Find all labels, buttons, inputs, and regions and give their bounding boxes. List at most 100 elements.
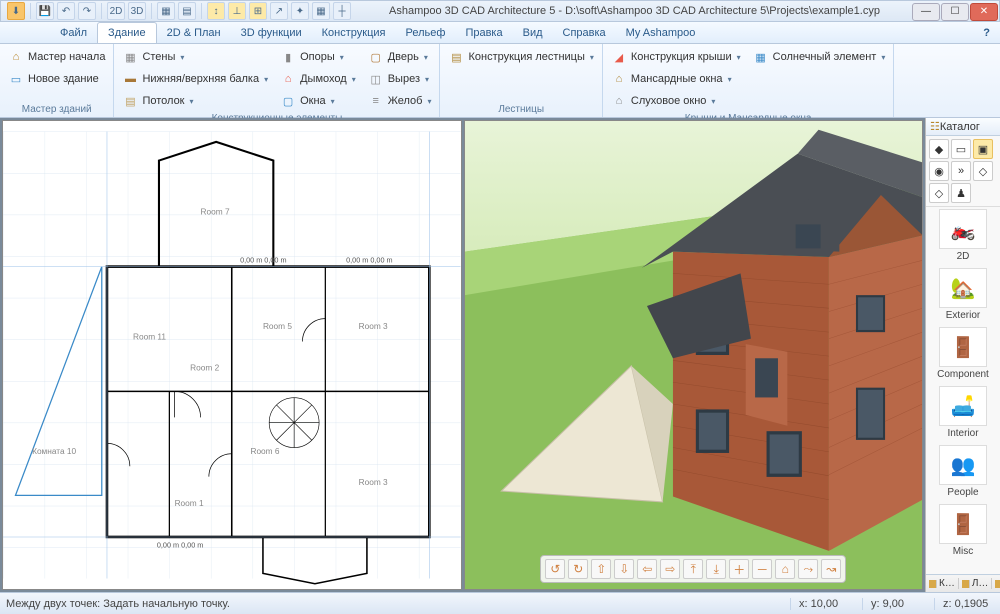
minimize-button[interactable]: — [912, 3, 940, 21]
catalog-bottom-tab[interactable]: Р… [992, 578, 1000, 589]
nav3d-rotate-left-icon[interactable]: ↺ [545, 559, 565, 579]
catalog-item-label: 2D [928, 251, 998, 262]
qat-view2-icon[interactable]: ▤ [178, 2, 196, 20]
room-label-3b: Room 3 [359, 477, 388, 487]
ribbon-cmd[interactable]: ⌂Мансардные окна▾ [609, 69, 743, 89]
catalog-panel: ☷ Каталог ◆ ▭ ▣ ◉ » ◇ ◇ ♟ 🏍️2D 🏡Exterior 🚪… [925, 118, 1000, 592]
menu-view[interactable]: Вид [513, 22, 553, 43]
ribbon-cmd[interactable]: ≡Желоб▾ [366, 91, 434, 111]
qat-tool2-icon[interactable]: ⊥ [228, 2, 246, 20]
menu-building[interactable]: Здание [97, 22, 157, 43]
ribbon-cmd[interactable]: ⌂Слуховое окно▾ [609, 91, 743, 111]
ribbon-cmd-label: Мастер начала [28, 51, 105, 63]
ribbon-group-3: ◢Конструкция крыши▾⌂Мансардные окна▾⌂Слу… [603, 44, 894, 117]
nav3d-rotate-right-icon[interactable]: ↻ [568, 559, 588, 579]
close-button[interactable]: ✕ [970, 3, 998, 21]
ribbon-cmd-label: Конструкция лестницы [468, 51, 584, 63]
room-label-7: Room 7 [201, 207, 230, 217]
catalog-item[interactable]: 👥People [928, 445, 998, 498]
help-icon[interactable]: ? [973, 22, 1000, 43]
qat-3d-button[interactable]: 3D [128, 2, 146, 20]
chevron-down-icon: ▾ [180, 53, 184, 62]
view-2d-canvas[interactable]: Комната 10 Room 7 [3, 121, 461, 589]
window-controls: — ☐ ✕ [912, 2, 999, 21]
nav3d-up-icon[interactable]: ⇧ [591, 559, 611, 579]
qat-tool3-icon[interactable]: ⊞ [249, 2, 267, 20]
catalog-tab-4[interactable]: ◉ [929, 161, 949, 181]
ribbon-cmd[interactable]: ▮Опоры▾ [278, 47, 358, 67]
catalog-item[interactable]: 🚪Component [928, 327, 998, 380]
maximize-button[interactable]: ☐ [941, 3, 969, 21]
qat-tool4-icon[interactable]: ↗ [270, 2, 288, 20]
qat-undo-icon[interactable]: ↶ [57, 2, 75, 20]
qat-redo-icon[interactable]: ↷ [78, 2, 96, 20]
chevron-down-icon: ▾ [190, 97, 194, 106]
catalog-tab-1[interactable]: ◆ [929, 139, 949, 159]
catalog-item[interactable]: 🏡Exterior [928, 268, 998, 321]
menu-myashampoo[interactable]: My Ashampoo [616, 22, 706, 43]
nav3d-tilt-up-icon[interactable]: ⤒ [683, 559, 703, 579]
chevron-down-icon: ▾ [881, 53, 885, 62]
nav3d-home-icon[interactable]: ⌂ [775, 559, 795, 579]
ribbon-cmd-label: Новое здание [28, 73, 99, 85]
qat-tool7-icon[interactable]: ┼ [333, 2, 351, 20]
nav3d-left-icon[interactable]: ⇦ [637, 559, 657, 579]
nav3d-tilt-down-icon[interactable]: ⤓ [706, 559, 726, 579]
catalog-tab-3[interactable]: ▣ [973, 139, 993, 159]
nav3d-walk-icon[interactable]: ⤳ [798, 559, 818, 579]
menu-3dfunc[interactable]: 3D функции [231, 22, 312, 43]
catalog-tab-5[interactable]: ◇ [973, 161, 993, 181]
catalog-bottom-tab[interactable]: Л… [959, 578, 993, 589]
ribbon-cmd[interactable]: ▦Стены▾ [120, 47, 270, 67]
status-hint: Между двух точек: Задать начальную точку… [6, 598, 230, 610]
catalog-tab-more[interactable]: » [951, 161, 971, 181]
nav3d-zoom-in-icon[interactable]: ＋ [729, 559, 749, 579]
menu-2dplan[interactable]: 2D & План [157, 22, 231, 43]
catalog-tab-6[interactable]: ◇ [929, 183, 949, 203]
ribbon-cmd[interactable]: ▢Окна▾ [278, 91, 358, 111]
ribbon-cmd[interactable]: ⌂Дымоход▾ [278, 69, 358, 89]
ribbon-cmd[interactable]: ▭Новое здание [6, 69, 107, 89]
menu-help[interactable]: Справка [553, 22, 616, 43]
catalog-bottom-tab[interactable]: К… [926, 578, 959, 589]
chevron-down-icon: ▾ [590, 53, 594, 62]
catalog-tab-7[interactable]: ♟ [951, 183, 971, 203]
ribbon-cmd-icon: ≡ [368, 93, 384, 109]
catalog-item[interactable]: 🚪Misc [928, 504, 998, 557]
qat-tool1-icon[interactable]: ↕ [207, 2, 225, 20]
ribbon-cmd-icon: ▤ [122, 93, 138, 109]
nav3d-zoom-out-icon[interactable]: － [752, 559, 772, 579]
menu-file[interactable]: Файл [50, 22, 97, 43]
catalog-bottom-tabs: К…Л…Р…Р…Р… [926, 574, 1000, 592]
catalog-item[interactable]: 🏍️2D [928, 209, 998, 262]
dim-label: 0,00 m 0,00 m [157, 540, 203, 549]
menu-relief[interactable]: Рельеф [396, 22, 456, 43]
qat-tool6-icon[interactable]: ▦ [312, 2, 330, 20]
qat-tool5-icon[interactable]: ✦ [291, 2, 309, 20]
ribbon-cmd[interactable]: ⌂Мастер начала [6, 47, 107, 67]
ribbon-cmd-icon: ▢ [280, 93, 296, 109]
qat-2d-button[interactable]: 2D [107, 2, 125, 20]
catalog-item[interactable]: 🛋️Interior [928, 386, 998, 439]
menu-edit[interactable]: Правка [455, 22, 512, 43]
catalog-tab-2[interactable]: ▭ [951, 139, 971, 159]
room-label-3: Room 3 [359, 321, 388, 331]
views-container: ▦ New Project1 : 2D View — ☐ ✕ [0, 118, 925, 592]
ribbon-cmd[interactable]: ▤Потолок▾ [120, 91, 270, 111]
nav3d-down-icon[interactable]: ⇩ [614, 559, 634, 579]
ribbon-group-label: Лестницы [446, 102, 595, 117]
menu-construction[interactable]: Конструкция [312, 22, 396, 43]
ribbon-cmd[interactable]: ◫Вырез▾ [366, 69, 434, 89]
ribbon-cmd[interactable]: ▦Солнечный элемент▾ [751, 47, 888, 67]
view-3d-canvas[interactable]: ↺ ↻ ⇧ ⇩ ⇦ ⇨ ⤒ ⤓ ＋ － ⌂ ⤳ ↝ [465, 121, 923, 589]
ribbon-cmd[interactable]: ▬Нижняя/верхняя балка▾ [120, 69, 270, 89]
ribbon-cmd[interactable]: ▢Дверь▾ [366, 47, 434, 67]
app-menu-button[interactable]: ⬇ [7, 2, 25, 20]
catalog-header: ☷ Каталог [926, 118, 1000, 136]
qat-view1-icon[interactable]: ▦ [157, 2, 175, 20]
nav3d-right-icon[interactable]: ⇨ [660, 559, 680, 579]
nav3d-fly-icon[interactable]: ↝ [821, 559, 841, 579]
qat-save-icon[interactable]: 💾 [36, 2, 54, 20]
ribbon-cmd[interactable]: ▤Конструкция лестницы▾ [446, 47, 595, 67]
ribbon-cmd[interactable]: ◢Конструкция крыши▾ [609, 47, 743, 67]
